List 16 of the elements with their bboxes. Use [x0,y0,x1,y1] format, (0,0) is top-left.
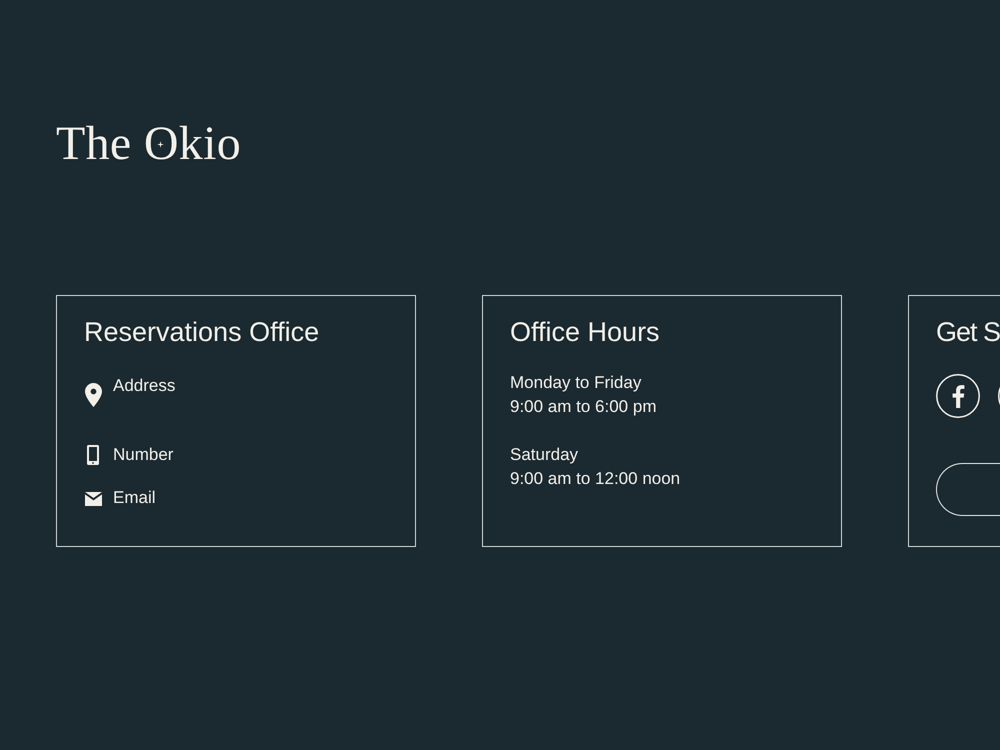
card-title: Reservations Office [84,316,320,348]
schedule-days: Saturday [510,443,578,467]
logo: The Okio [56,120,242,168]
location-pin-icon [84,383,102,407]
contact-label: Number [113,444,174,466]
facebook-icon[interactable] [936,374,980,418]
schedule-hours: 9:00 am to 12:00 noon [510,468,680,490]
outline-button[interactable] [936,463,1000,516]
card-title: Get S [936,316,1000,348]
envelope-icon [84,492,102,506]
contact-label: Email [113,487,156,509]
card-title: Office Hours [510,316,661,348]
schedule-hours: 9:00 am to 6:00 pm [510,396,656,418]
schedule-days: Monday to Friday [510,371,642,395]
contact-label: Address [113,375,176,397]
mobile-phone-icon [87,445,99,465]
